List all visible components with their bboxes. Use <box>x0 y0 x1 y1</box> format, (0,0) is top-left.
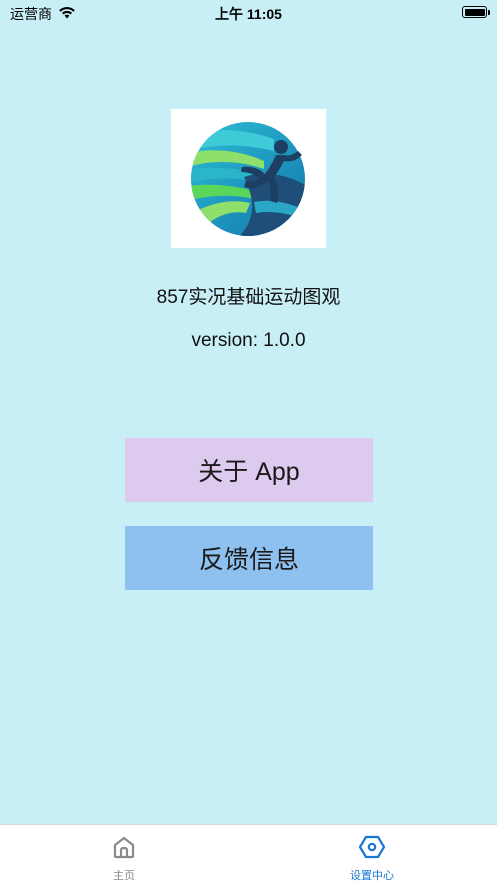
tab-settings[interactable]: 设置中心 <box>248 825 496 883</box>
tab-settings-label: 设置中心 <box>350 869 394 882</box>
feedback-button[interactable]: 反馈信息 <box>125 526 373 590</box>
app-version: version: 1.0.0 <box>191 330 306 351</box>
home-icon <box>111 835 137 863</box>
status-time: 上午 11:05 <box>215 6 282 22</box>
tab-home[interactable]: 主页 <box>0 825 248 883</box>
status-bar: 运营商 上午 11:05 <box>0 0 497 24</box>
battery-icon <box>462 6 490 18</box>
tab-bar: 主页 设置中心 <box>0 824 497 883</box>
app-name: 857实况基础运动图观 <box>156 287 341 308</box>
runner-globe-icon <box>190 121 305 236</box>
app-logo <box>171 109 326 248</box>
hexagon-settings-icon <box>358 835 386 863</box>
tab-home-label: 主页 <box>113 869 135 882</box>
about-app-button[interactable]: 关于 App <box>125 438 373 502</box>
